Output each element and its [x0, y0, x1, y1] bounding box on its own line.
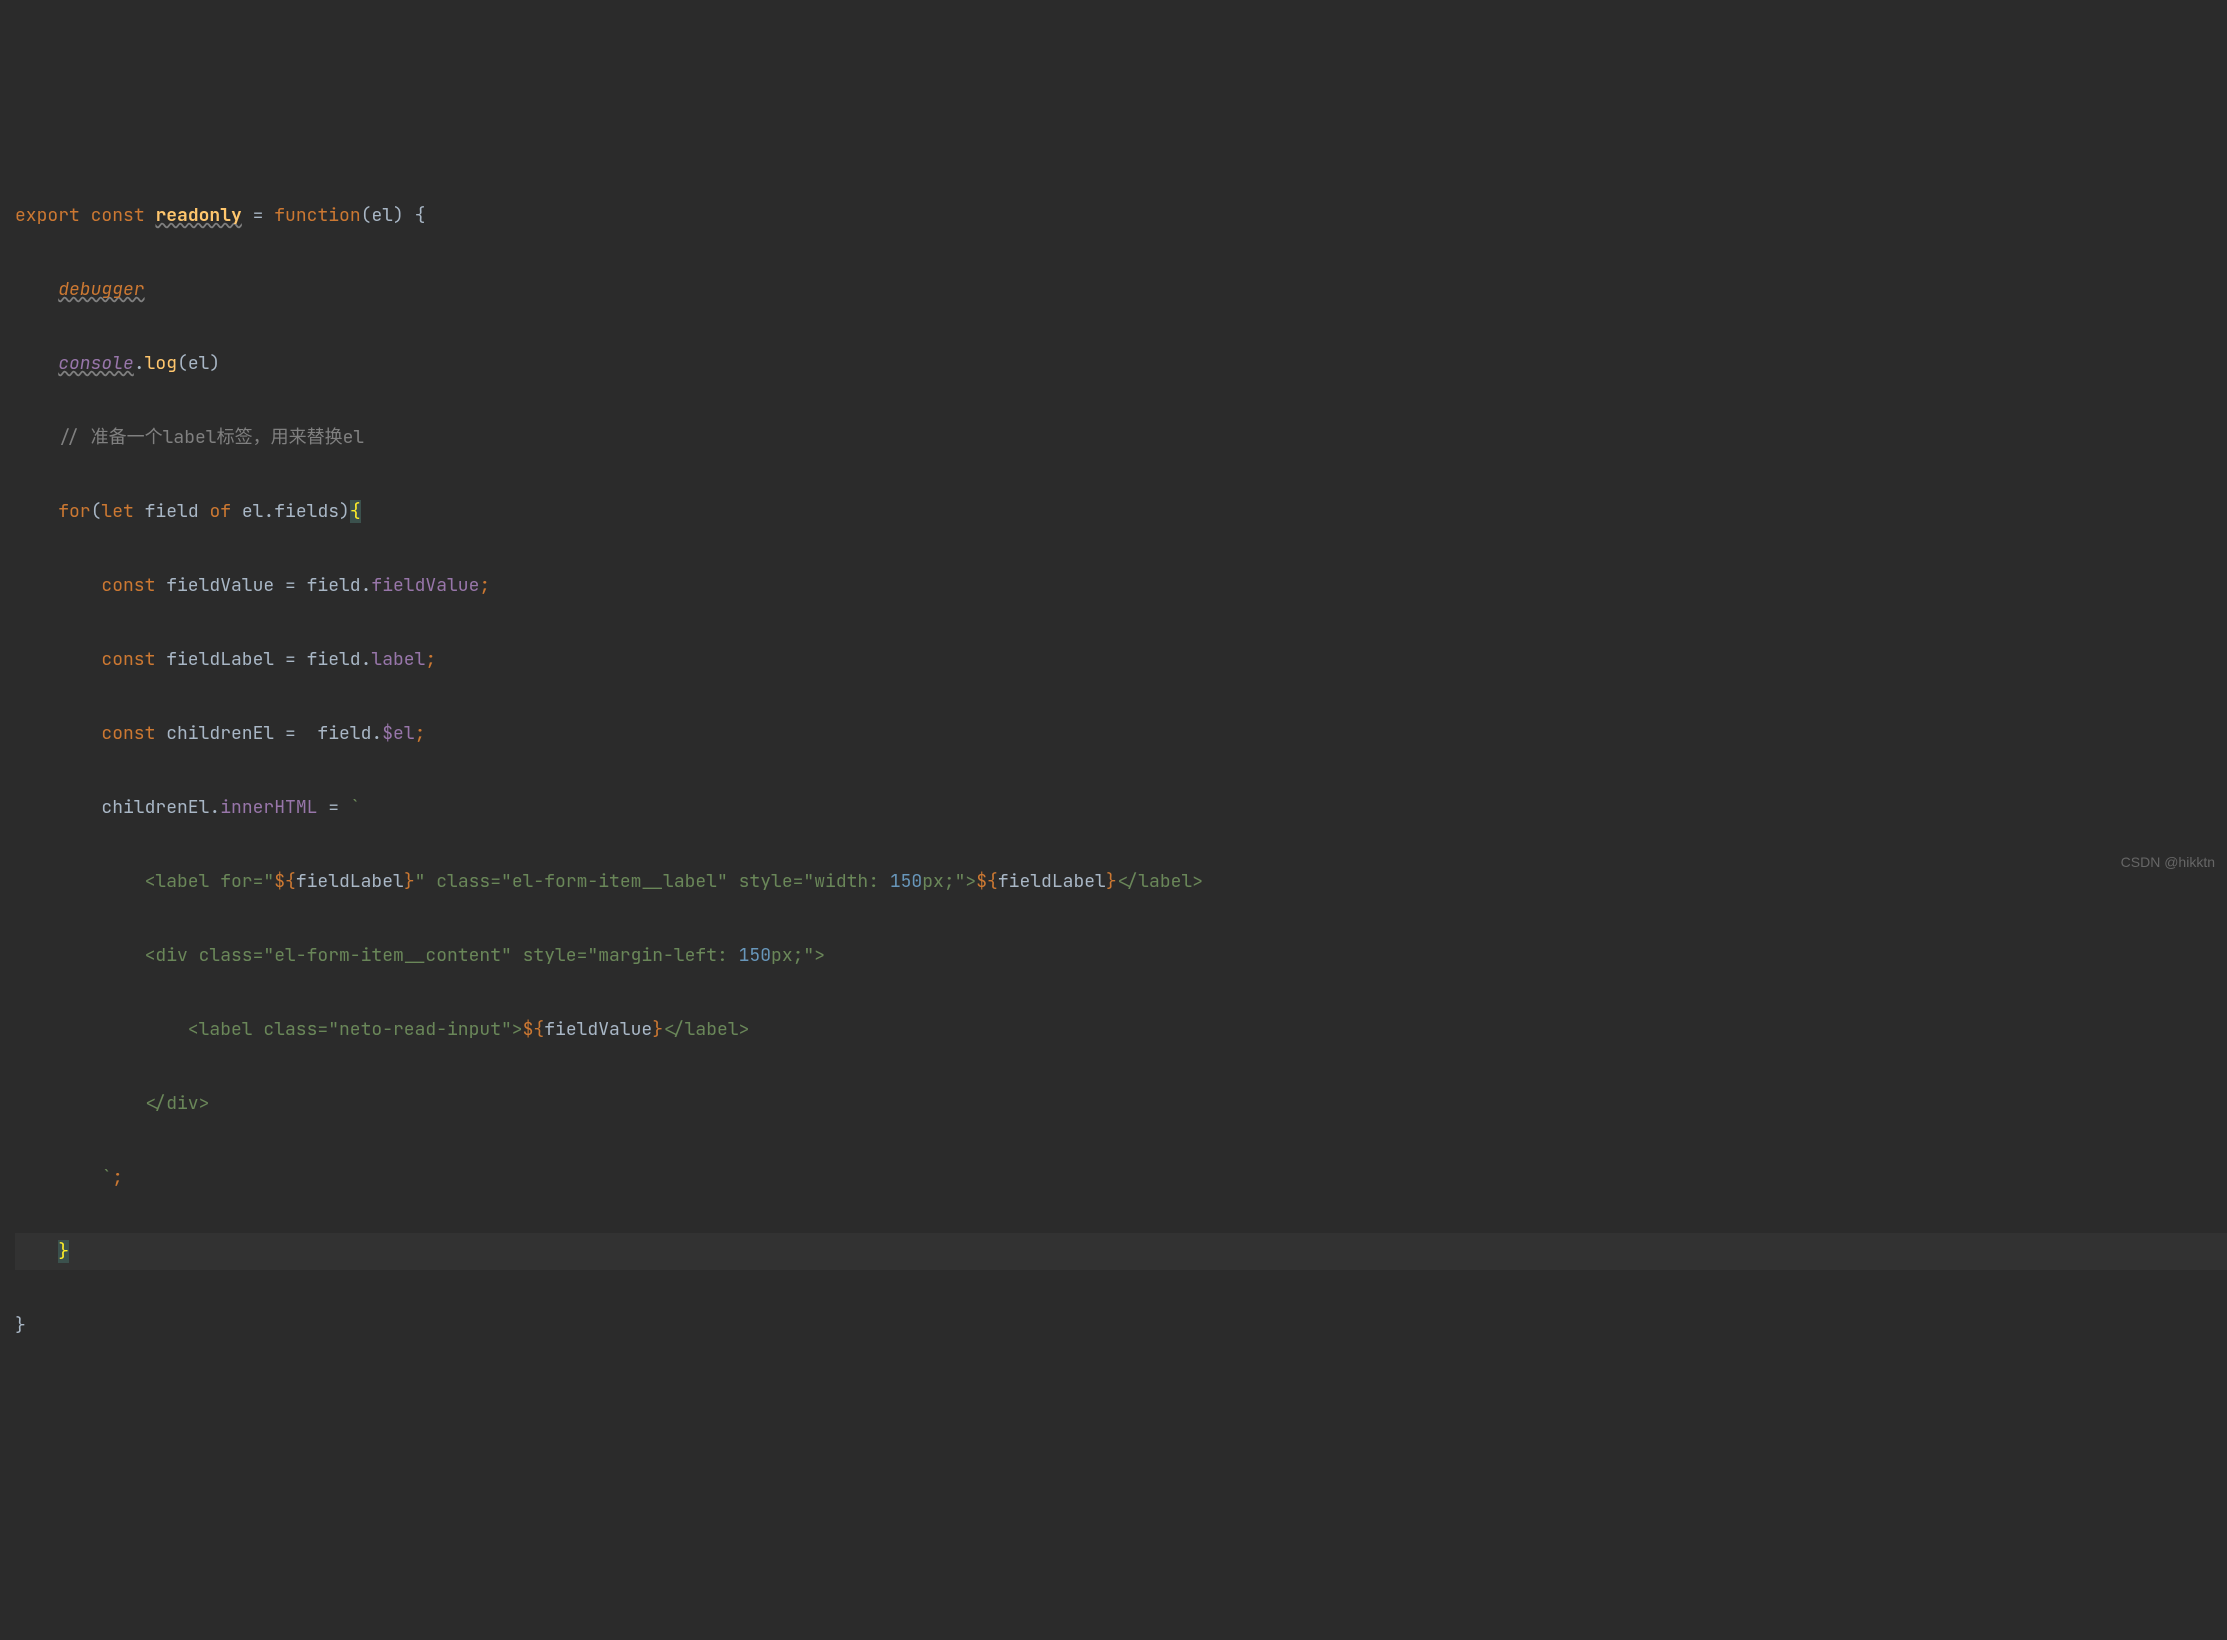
template-expr: fieldLabel — [998, 870, 1106, 893]
keyword-const: const — [91, 204, 145, 227]
template-interp-open: ${ — [523, 1018, 545, 1041]
template-string: </label> — [663, 1018, 749, 1041]
code-line[interactable]: } — [15, 1307, 2227, 1344]
punct: . — [134, 352, 145, 375]
punct: ; — [415, 722, 426, 745]
code-line[interactable]: // 准备一个label标签，用来替换el — [15, 419, 2227, 456]
property: label — [371, 648, 425, 671]
keyword-debugger: debugger — [58, 278, 144, 301]
template-string: px;"> — [771, 944, 825, 967]
keyword-of: of — [209, 500, 231, 523]
keyword-export: export — [15, 204, 80, 227]
keyword-const: const — [101, 722, 155, 745]
method-log: log — [145, 352, 177, 375]
watermark: CSDN @hikktn — [2121, 844, 2215, 881]
template-string: </label> — [1117, 870, 1203, 893]
brace-close-match: } — [58, 1240, 69, 1263]
keyword-const: const — [101, 574, 155, 597]
decl: childrenEl = field. — [155, 722, 382, 745]
template-interp-open: ${ — [274, 870, 296, 893]
punct: ; — [112, 1166, 123, 1189]
template-interp-open: ${ — [976, 870, 998, 893]
punct: ; — [425, 648, 436, 671]
code-line[interactable]: const childrenEl = field.$el; — [15, 715, 2227, 752]
code-line[interactable]: </div> — [15, 1085, 2227, 1122]
keyword-let: let — [101, 500, 133, 523]
decl: fieldLabel = field. — [155, 648, 371, 671]
decl: fieldValue = field. — [155, 574, 371, 597]
template-expr: fieldValue — [544, 1018, 652, 1041]
template-string: px;"> — [922, 870, 976, 893]
code-line[interactable]: export const readonly = function(el) { — [15, 197, 2227, 234]
template-interp-close: } — [404, 870, 415, 893]
identifier: field — [134, 500, 210, 523]
template-interp-close: } — [652, 1018, 663, 1041]
template-backtick: ` — [350, 796, 361, 819]
template-backtick: ` — [101, 1166, 112, 1189]
comment: // 准备一个label标签，用来替换el — [58, 426, 364, 449]
lhs: childrenEl. — [101, 796, 220, 819]
code-line[interactable]: debugger — [15, 271, 2227, 308]
code-line[interactable]: <label class="neto-read-input">${fieldVa… — [15, 1011, 2227, 1048]
template-interp-close: } — [1106, 870, 1117, 893]
template-string: " class="el-form-item__label" style="wid… — [415, 870, 890, 893]
property: innerHTML — [220, 796, 317, 819]
keyword-function: function — [274, 204, 360, 227]
code-line[interactable]: console.log(el) — [15, 345, 2227, 382]
code-line[interactable]: } — [15, 1233, 2227, 1270]
brace-open-match: { — [350, 500, 361, 523]
keyword-const: const — [101, 648, 155, 671]
property: fieldValue — [371, 574, 479, 597]
code-line[interactable]: `; — [15, 1159, 2227, 1196]
keyword-for: for — [58, 500, 90, 523]
template-string: </div> — [58, 1092, 209, 1115]
identifier-console: console — [58, 352, 134, 375]
template-expr: fieldLabel — [296, 870, 404, 893]
template-string: <label for=" — [58, 870, 274, 893]
expr: el.fields) — [231, 500, 350, 523]
brace-close: } — [15, 1314, 26, 1337]
number: 150 — [739, 944, 771, 967]
code-editor[interactable]: export const readonly = function(el) { d… — [0, 160, 2227, 1381]
template-string: <label class="neto-read-input"> — [58, 1018, 522, 1041]
punct: ( — [91, 500, 102, 523]
code-line[interactable]: for(let field of el.fields){ — [15, 493, 2227, 530]
punct: = — [242, 204, 274, 227]
identifier-readonly: readonly — [155, 204, 241, 227]
params: (el) { — [361, 204, 426, 227]
code-line[interactable]: <label for="${fieldLabel}" class="el-for… — [15, 863, 2227, 900]
template-string: <div class="el-form-item__content" style… — [58, 944, 738, 967]
code-line[interactable]: childrenEl.innerHTML = ` — [15, 789, 2227, 826]
property: $el — [382, 722, 414, 745]
code-line[interactable]: <div class="el-form-item__content" style… — [15, 937, 2227, 974]
code-line[interactable]: const fieldValue = field.fieldValue; — [15, 567, 2227, 604]
number: 150 — [890, 870, 922, 893]
punct: = — [317, 796, 349, 819]
punct: ; — [479, 574, 490, 597]
args: (el) — [177, 352, 220, 375]
code-line[interactable]: const fieldLabel = field.label; — [15, 641, 2227, 678]
